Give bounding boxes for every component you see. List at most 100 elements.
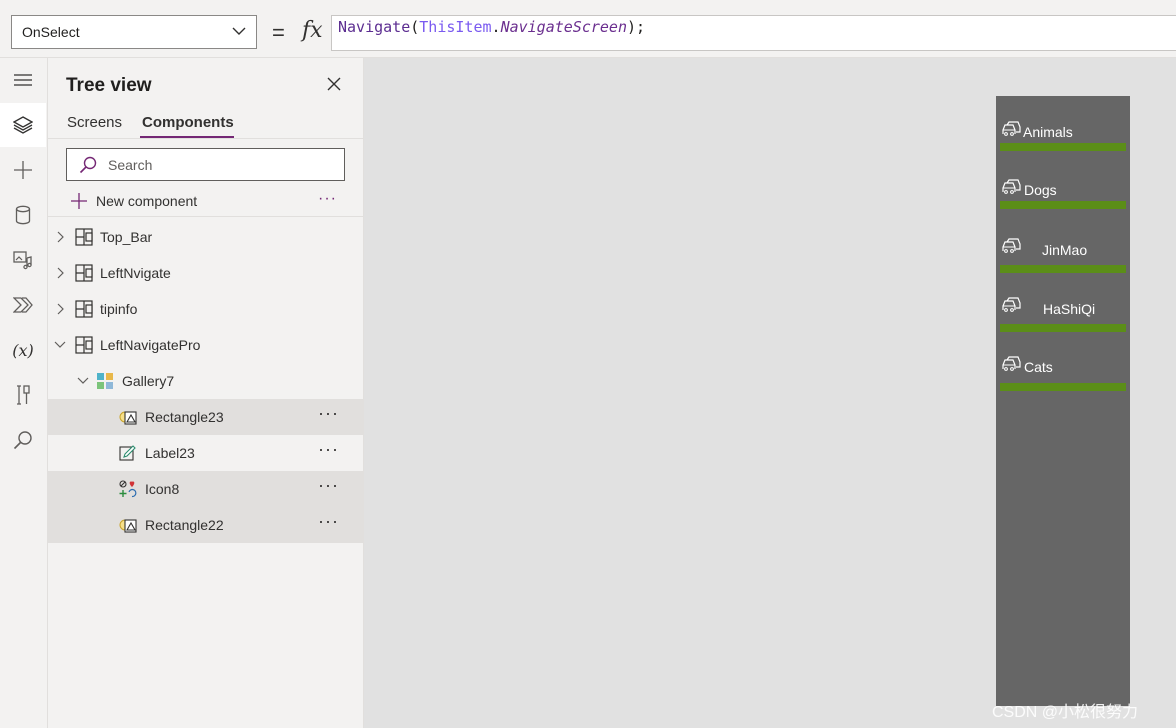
tree-item-label: Rectangle23 <box>145 409 224 425</box>
formula-input[interactable]: Navigate(ThisItem.NavigateScreen); <box>331 15 1176 51</box>
nav-item-hashiqi[interactable]: HaShiQi <box>996 297 1130 337</box>
nav-item-underline <box>1000 383 1126 391</box>
nav-item-label: HaShiQi <box>1043 301 1096 317</box>
advanced-tools-button[interactable] <box>0 373 46 417</box>
plus-icon <box>71 193 87 209</box>
divider <box>48 216 363 217</box>
formula-close: ); <box>627 18 646 36</box>
tree-item-icon8[interactable]: Icon8 ··· <box>48 471 363 507</box>
data-button[interactable] <box>0 193 46 237</box>
new-component-button[interactable]: New component <box>70 190 197 212</box>
media-button[interactable] <box>0 238 46 282</box>
component-icon <box>75 336 93 354</box>
tree-item-tipinfo[interactable]: tipinfo <box>48 291 363 327</box>
tree-item-leftnvigate[interactable]: LeftNvigate <box>48 255 363 291</box>
media-icon <box>13 251 32 270</box>
nav-item-underline <box>1000 265 1126 273</box>
car-icon <box>1002 179 1021 194</box>
component-icon <box>75 300 93 318</box>
nav-item-underline <box>1000 201 1126 209</box>
new-component-label: New component <box>96 193 198 209</box>
search-icon <box>79 156 97 174</box>
item-more-button[interactable]: ··· <box>318 403 339 424</box>
icons-icon <box>119 480 137 498</box>
tree-item-label23[interactable]: Label23 ··· <box>48 435 363 471</box>
formula-bar: OnSelect = fx Navigate(ThisItem.Navigate… <box>0 10 1176 58</box>
item-more-button[interactable]: ··· <box>318 475 339 496</box>
nav-item-cats[interactable]: Cats <box>996 356 1130 396</box>
equals-sign: = <box>272 20 285 45</box>
property-value: OnSelect <box>22 24 80 40</box>
tree-item-rectangle23[interactable]: Rectangle23 ··· <box>48 399 363 435</box>
car-icon <box>1002 297 1021 312</box>
item-more-button[interactable]: ··· <box>318 511 339 532</box>
nav-item-animals[interactable]: Animals <box>996 121 1130 161</box>
formula-open-paren: ( <box>410 18 420 36</box>
formula-property: NavigateScreen <box>500 18 627 36</box>
plus-icon <box>14 161 32 179</box>
search-placeholder: Search <box>108 157 153 173</box>
hamburger-icon <box>14 74 32 86</box>
close-icon[interactable] <box>326 76 342 92</box>
car-icon <box>1002 238 1021 253</box>
nav-item-dogs[interactable]: Dogs <box>996 179 1130 219</box>
tree-item-label: Label23 <box>145 445 195 461</box>
top-strip <box>0 0 1176 10</box>
shape-icon <box>119 519 137 533</box>
chevron-right-icon[interactable] <box>56 267 64 279</box>
left-rail: (x) <box>0 58 48 728</box>
insert-button[interactable] <box>0 148 46 192</box>
search-input[interactable]: Search <box>66 148 345 181</box>
car-icon <box>1002 121 1021 136</box>
left-navigate-component[interactable]: Animals Dogs JinMao HaShiQi Cats <box>996 96 1130 706</box>
gallery-icon <box>97 373 113 389</box>
property-dropdown[interactable]: OnSelect <box>11 15 257 49</box>
chevron-down-icon[interactable] <box>77 377 89 385</box>
chevron-down-icon <box>232 27 246 35</box>
fx-icon[interactable]: fx <box>302 18 323 43</box>
power-automate-button[interactable] <box>0 283 46 327</box>
formula-object: ThisItem <box>419 18 492 36</box>
tree-item-label: Icon8 <box>145 481 180 497</box>
search-button[interactable] <box>0 418 46 462</box>
tab-components[interactable]: Components <box>142 114 234 131</box>
tab-screens[interactable]: Screens <box>67 114 122 131</box>
variables-button[interactable]: (x) <box>0 328 46 372</box>
tools-icon <box>17 385 30 405</box>
nav-item-label: Cats <box>1024 359 1053 375</box>
tree-item-label: tipinfo <box>100 301 138 317</box>
chevron-right-icon[interactable] <box>56 231 64 243</box>
tree-item-label: LeftNvigate <box>100 265 171 281</box>
database-icon <box>15 205 31 225</box>
hamburger-button[interactable] <box>0 58 46 102</box>
tree-item-rectangle22[interactable]: Rectangle22 ··· <box>48 507 363 543</box>
nav-item-label: Dogs <box>1024 182 1057 198</box>
search-icon <box>13 431 32 450</box>
tree-item-gallery7[interactable]: Gallery7 <box>48 363 363 399</box>
nav-item-jinmao[interactable]: JinMao <box>996 238 1130 278</box>
nav-item-label: Animals <box>1023 124 1073 140</box>
more-options-button[interactable]: ··· <box>318 190 337 208</box>
nav-item-underline <box>1000 324 1126 332</box>
tree-item-label: LeftNavigatePro <box>100 337 201 353</box>
chevron-down-icon[interactable] <box>54 341 66 349</box>
chevron-right-icon[interactable] <box>56 303 64 315</box>
nav-item-label: JinMao <box>1042 242 1088 258</box>
layers-icon <box>13 116 33 134</box>
variables-icon: (x) <box>12 340 34 360</box>
tree-item-leftnavigatepro[interactable]: LeftNavigatePro <box>48 327 363 363</box>
item-more-button[interactable]: ··· <box>318 439 339 460</box>
divider <box>48 138 363 139</box>
formula-dot: . <box>491 18 501 36</box>
tree-item-label: Gallery7 <box>122 373 175 389</box>
tree-item-label: Top_Bar <box>100 229 153 245</box>
tree-item-top-bar[interactable]: Top_Bar <box>48 219 363 255</box>
nav-item-underline <box>1000 143 1126 151</box>
power-automate-icon <box>13 297 33 313</box>
component-icon <box>75 264 93 282</box>
formula-function: Navigate <box>338 18 411 36</box>
watermark: CSDN @小松很努力 <box>992 704 1139 721</box>
tree-view-button[interactable] <box>0 103 46 147</box>
car-icon <box>1002 356 1021 371</box>
shape-icon <box>119 411 137 425</box>
